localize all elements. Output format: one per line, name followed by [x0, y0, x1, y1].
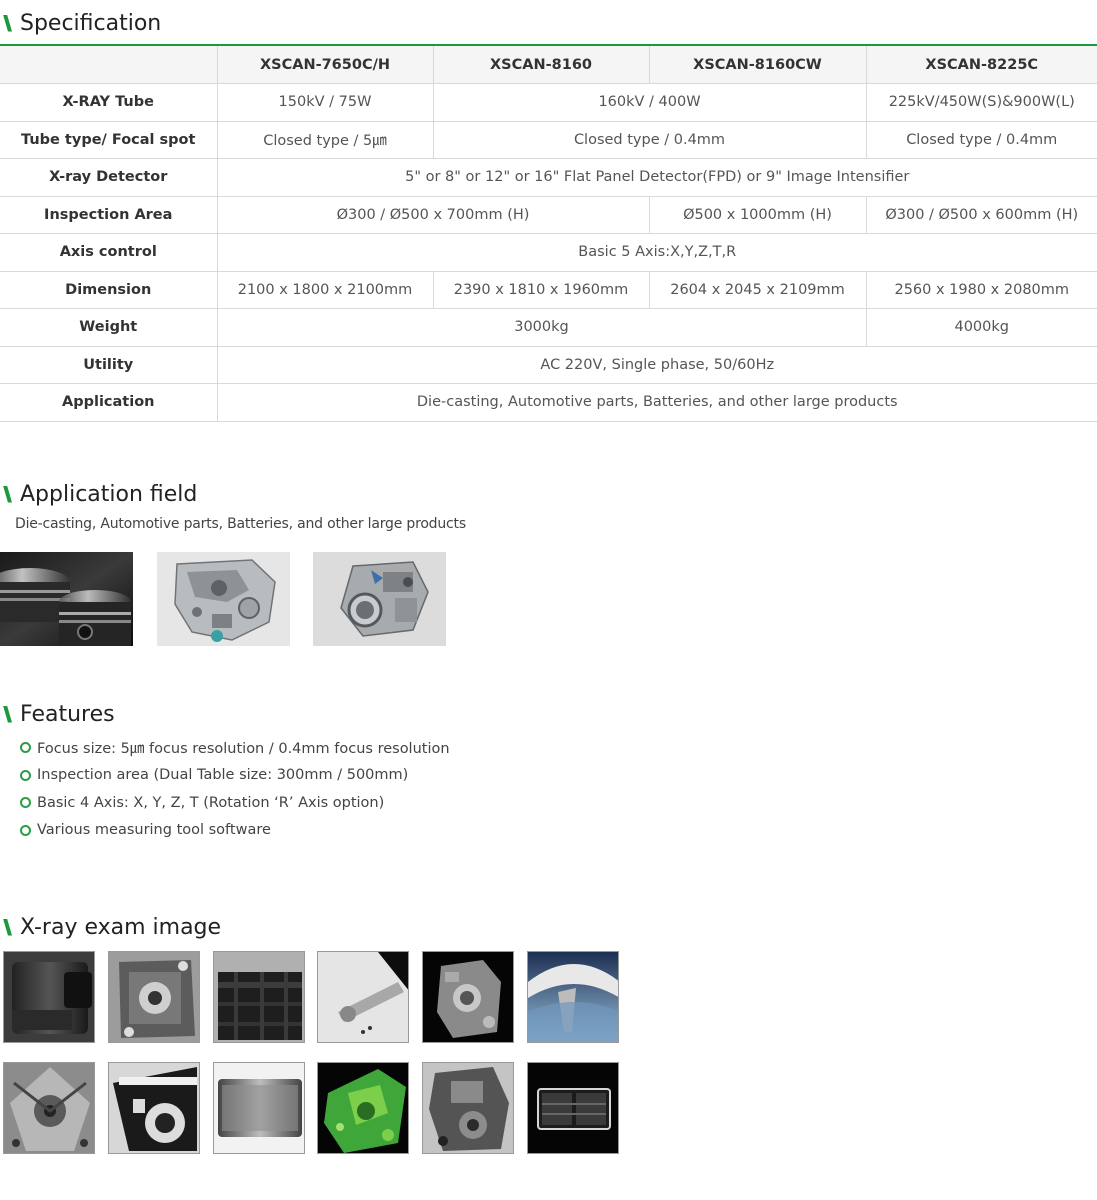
table-row: Application Die-casting, Automotive part…: [0, 383, 1097, 422]
heading-mark-icon: [3, 918, 12, 936]
table-cell: 2390 x 1810 x 1960mm: [432, 271, 649, 309]
feature-text: Focus size: 5㎛ focus resolution / 0.4mm …: [37, 741, 450, 758]
list-item: Inspection area (Dual Table size: 300mm …: [20, 762, 450, 790]
table-cell: 160kV / 400W: [432, 83, 866, 122]
table-cell: 150kV / 75W: [216, 83, 433, 122]
heading-mark-icon: [3, 14, 12, 32]
table-cell: 2560 x 1980 x 2080mm: [865, 271, 1097, 309]
xray-image: [422, 1062, 514, 1154]
table-cell: 225kV/450W(S)&900W(L): [865, 83, 1097, 122]
table-cell: Closed type / 0.4mm: [865, 121, 1097, 159]
table-row: Axis control Basic 5 Axis:X,Y,Z,T,R: [0, 233, 1097, 272]
header-cell-model: XSCAN-7650C/H: [216, 46, 433, 84]
row-label: Application: [0, 383, 217, 422]
heading-mark-icon: [3, 485, 12, 503]
table-cell: Ø300 / Ø500 x 700mm (H): [216, 196, 649, 234]
xray-image: [108, 951, 200, 1043]
circle-bullet-icon: [20, 742, 31, 754]
table-row: Weight 3000kg 4000kg: [0, 308, 1097, 347]
row-label: Dimension: [0, 271, 217, 309]
table-cell: 3000kg: [216, 308, 866, 347]
specification-table: XSCAN-7650C/H XSCAN-8160 XSCAN-8160CW XS…: [0, 46, 1097, 422]
xray-heading: X-ray exam image: [0, 912, 221, 942]
table-row: Dimension 2100 x 1800 x 2100mm 2390 x 18…: [0, 271, 1097, 309]
engine-block-image: [157, 552, 290, 646]
row-label: X-ray Detector: [0, 158, 217, 197]
table-cell: 4000kg: [865, 308, 1097, 347]
table-row: X-ray Detector 5" or 8" or 12" or 16" Fl…: [0, 158, 1097, 197]
list-item: Various measuring tool software: [20, 817, 450, 845]
xray-image: [3, 1062, 95, 1154]
application-field-title: Application field: [20, 481, 198, 507]
specification-heading: Specification: [0, 8, 161, 38]
table-cell: 2604 x 2045 x 2109mm: [648, 271, 866, 309]
table-row: Inspection Area Ø300 / Ø500 x 700mm (H) …: [0, 196, 1097, 234]
table-row: X-RAY Tube 150kV / 75W 160kV / 400W 225k…: [0, 83, 1097, 122]
xray-image: [527, 1062, 619, 1154]
table-cell: Die-casting, Automotive parts, Batteries…: [216, 383, 1097, 422]
xray-image: [213, 951, 305, 1043]
table-header-row: XSCAN-7650C/H XSCAN-8160 XSCAN-8160CW XS…: [0, 46, 1097, 84]
table-cell: Basic 5 Axis:X,Y,Z,T,R: [216, 233, 1097, 272]
table-cell: 5" or 8" or 12" or 16" Flat Panel Detect…: [216, 158, 1097, 197]
piston-image: [0, 552, 133, 646]
header-cell-model: XSCAN-8160CW: [648, 46, 866, 84]
circle-bullet-icon: [20, 797, 31, 809]
row-label: Inspection Area: [0, 196, 217, 234]
feature-text: Various measuring tool software: [37, 822, 271, 839]
row-label: Weight: [0, 308, 217, 347]
list-item: Basic 4 Axis: X, Y, Z, T (Rotation ‘R’ A…: [20, 789, 450, 817]
row-label: Axis control: [0, 233, 217, 272]
features-title: Features: [20, 701, 115, 727]
header-cell-model: XSCAN-8160: [432, 46, 649, 84]
table-cell: 2100 x 1800 x 2100mm: [216, 271, 433, 309]
heading-mark-icon: [3, 705, 12, 723]
specification-title: Specification: [20, 10, 162, 36]
circle-bullet-icon: [20, 769, 31, 781]
row-label: X-RAY Tube: [0, 83, 217, 122]
xray-image: [3, 951, 95, 1043]
table-cell: Closed type / 5㎛: [216, 121, 433, 159]
xray-image: [213, 1062, 305, 1154]
header-cell-empty: [0, 46, 217, 84]
feature-text: Inspection area (Dual Table size: 300mm …: [37, 767, 409, 784]
xray-image: [317, 1062, 409, 1154]
table-row: Utility AC 220V, Single phase, 50/60Hz: [0, 346, 1097, 384]
xray-image: [527, 951, 619, 1043]
xray-image: [422, 951, 514, 1043]
table-cell: AC 220V, Single phase, 50/60Hz: [216, 346, 1097, 384]
table-cell: Closed type / 0.4mm: [432, 121, 866, 159]
header-cell-model: XSCAN-8225C: [865, 46, 1097, 84]
table-cell: Ø500 x 1000mm (H): [648, 196, 866, 234]
table-cell: Ø300 / Ø500 x 600mm (H): [865, 196, 1097, 234]
features-list: Focus size: 5㎛ focus resolution / 0.4mm …: [20, 734, 450, 844]
feature-text: Basic 4 Axis: X, Y, Z, T (Rotation ‘R’ A…: [37, 794, 385, 811]
features-heading: Features: [0, 699, 115, 729]
xray-title: X-ray exam image: [20, 914, 222, 940]
table-row: Tube type/ Focal spot Closed type / 5㎛ C…: [0, 121, 1097, 159]
row-label: Utility: [0, 346, 217, 384]
application-field-heading: Application field: [0, 479, 197, 509]
xray-image: [108, 1062, 200, 1154]
list-item: Focus size: 5㎛ focus resolution / 0.4mm …: [20, 734, 450, 762]
auto-part-image: [313, 552, 446, 646]
application-field-description: Die-casting, Automotive parts, Batteries…: [15, 516, 466, 532]
xray-image: [317, 951, 409, 1043]
row-label: Tube type/ Focal spot: [0, 121, 217, 159]
circle-bullet-icon: [20, 824, 31, 836]
